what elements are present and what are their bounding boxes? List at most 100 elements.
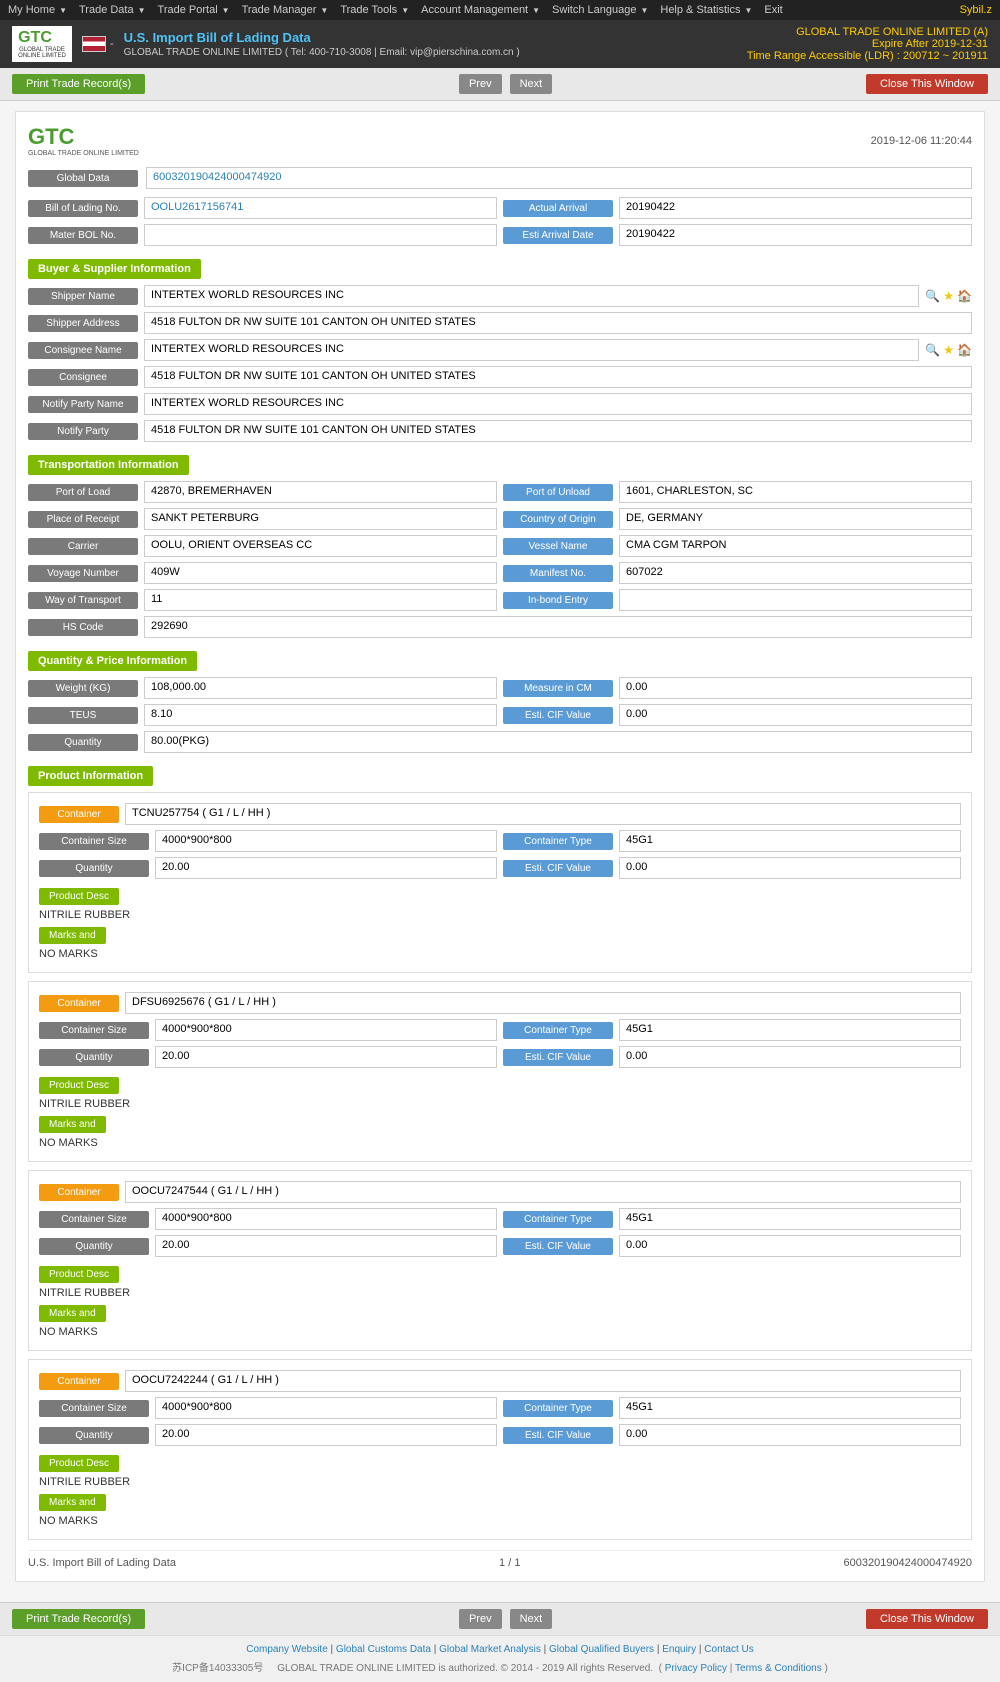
footer-privacy-link[interactable]: Privacy Policy [665,1663,727,1674]
country-of-origin-group: Country of Origin DE, GERMANY [503,508,972,530]
carrier-value: OOLU, ORIENT OVERSEAS CC [144,535,497,557]
master-bol-label: Mater BOL No. [28,227,138,244]
nav-tradetools[interactable]: Trade Tools ▼ [340,4,409,16]
container-3-marks-text: NO MARKS [39,1324,961,1340]
footer-link-contact[interactable]: Contact Us [704,1644,753,1655]
pagination-buttons: Prev Next [457,74,554,94]
container-2-row: Container DFSU6925676 ( G1 / L / HH ) [39,992,961,1014]
container-4-size-group: Container Size 4000*900*800 [39,1397,497,1419]
container-3-product-desc-btn[interactable]: Product Desc [39,1266,119,1283]
container-2-size-type-row: Container Size 4000*900*800 Container Ty… [39,1019,961,1041]
container-2-qty-group: Quantity 20.00 [39,1046,497,1068]
nav-tradetools-arrow: ▼ [401,6,409,15]
container-3-product-text: NITRILE RUBBER [39,1285,961,1301]
hs-code-row: HS Code 292690 [28,616,972,638]
footer-link-enquiry[interactable]: Enquiry [662,1644,696,1655]
footer-link-buyers[interactable]: Global Qualified Buyers [549,1644,654,1655]
consignee-search-icon[interactable]: 🔍 [925,343,940,357]
nav-switchlanguage[interactable]: Switch Language ▼ [552,4,648,16]
bol-no-value: OOLU2617156741 [144,197,497,219]
transport-header: Transportation Information [28,455,189,475]
container-4-cif-label: Esti. CIF Value [503,1427,613,1444]
nav-trademanager[interactable]: Trade Manager ▼ [242,4,329,16]
next-button[interactable]: Next [510,74,553,94]
footer-terms-link[interactable]: Terms & Conditions [735,1663,822,1674]
measure-cm-value: 0.00 [619,677,972,699]
way-of-transport-label: Way of Transport [28,592,138,609]
product-card-1: Container TCNU257754 ( G1 / L / HH ) Con… [28,792,972,973]
container-2-size-value: 4000*900*800 [155,1019,497,1041]
quantity-row: Quantity 80.00(PKG) [28,731,972,753]
measure-cm-label: Measure in CM [503,680,613,697]
nav-helpstatistics[interactable]: Help & Statistics ▼ [660,4,752,16]
place-of-receipt-label: Place of Receipt [28,511,138,528]
container-4-size-value: 4000*900*800 [155,1397,497,1419]
container-1-marks-text: NO MARKS [39,946,961,962]
esti-arrival-value: 20190422 [619,224,972,246]
consignee-star-icon[interactable]: ★ [943,343,954,357]
nav-accountmanagement-arrow: ▼ [532,6,540,15]
container-1-product-desc-btn[interactable]: Product Desc [39,888,119,905]
close-button[interactable]: Close This Window [866,74,988,94]
quantity-price-header: Quantity & Price Information [28,651,197,671]
container-4-marks-btn[interactable]: Marks and [39,1494,106,1511]
container-2-cif-group: Esti. CIF Value 0.00 [503,1046,961,1068]
container-1-row: Container TCNU257754 ( G1 / L / HH ) [39,803,961,825]
global-data-row: Global Data 600320190424000474920 [28,167,972,189]
container-4-product-desc-btn[interactable]: Product Desc [39,1455,119,1472]
shipper-home-icon[interactable]: 🏠 [957,289,972,303]
container-2-marks-btn[interactable]: Marks and [39,1116,106,1133]
bottom-close-button[interactable]: Close This Window [866,1609,988,1629]
shipper-star-icon[interactable]: ★ [943,289,954,303]
notify-party-value: 4518 FULTON DR NW SUITE 101 CANTON OH UN… [144,420,972,442]
shipper-search-icon[interactable]: 🔍 [925,289,940,303]
place-of-receipt-group: Place of Receipt SANKT PETERBURG [28,508,497,530]
container-2-size-label: Container Size [39,1022,149,1039]
container-2-product-desc-btn[interactable]: Product Desc [39,1077,119,1094]
container-1-marks-btn[interactable]: Marks and [39,927,106,944]
card-footer-id: 600320190424000474920 [844,1557,972,1569]
nav-exit[interactable]: Exit [764,4,782,16]
footer-link-company[interactable]: Company Website [246,1644,328,1655]
product-card-4: Container OOCU7242244 ( G1 / L / HH ) Co… [28,1359,972,1540]
port-of-load-group: Port of Load 42870, BREMERHAVEN [28,481,497,503]
vessel-name-value: CMA CGM TARPON [619,535,972,557]
nav-tradeportal[interactable]: Trade Portal ▼ [158,4,230,16]
footer-link-market[interactable]: Global Market Analysis [439,1644,541,1655]
nav-accountmanagement[interactable]: Account Management ▼ [421,4,540,16]
footer-link-customs[interactable]: Global Customs Data [336,1644,431,1655]
container-3-value: OOCU7247544 ( G1 / L / HH ) [125,1181,961,1203]
container-1-qty-group: Quantity 20.00 [39,857,497,879]
nav-myhome[interactable]: My Home ▼ [8,4,67,16]
bottom-prev-button[interactable]: Prev [459,1609,502,1629]
esti-cif-group: Esti. CIF Value 0.00 [503,704,972,726]
container-3-cif-value: 0.00 [619,1235,961,1257]
logo-sub: GLOBAL TRADEONLINE LIMITED [18,47,66,59]
quantity-value: 80.00(PKG) [144,731,972,753]
page-footer: Company Website | Global Customs Data | … [0,1635,1000,1682]
vessel-name-label: Vessel Name [503,538,613,555]
container-3-marks-btn[interactable]: Marks and [39,1305,106,1322]
prev-button[interactable]: Prev [459,74,502,94]
bottom-next-button[interactable]: Next [510,1609,553,1629]
notify-party-name-row: Notify Party Name INTERTEX WORLD RESOURC… [28,393,972,415]
print-button[interactable]: Print Trade Record(s) [12,74,145,94]
voyage-number-label: Voyage Number [28,565,138,582]
master-bol-group: Mater BOL No. [28,224,497,246]
logo-box: GTC GLOBAL TRADEONLINE LIMITED [12,26,72,62]
consignee-icons: 🔍 ★ 🏠 [925,343,972,357]
shipper-name-label: Shipper Name [28,288,138,305]
nav-myhome-arrow: ▼ [59,6,67,15]
nav-tradedata[interactable]: Trade Data ▼ [79,4,146,16]
container-4-size-label: Container Size [39,1400,149,1417]
container-4-type-label: Container Type [503,1400,613,1417]
logo-gtc: GTC [18,29,66,47]
buyer-supplier-header: Buyer & Supplier Information [28,259,201,279]
consignee-label: Consignee [28,369,138,386]
shipper-address-row: Shipper Address 4518 FULTON DR NW SUITE … [28,312,972,334]
bottom-print-button[interactable]: Print Trade Record(s) [12,1609,145,1629]
country-of-origin-label: Country of Origin [503,511,613,528]
way-of-transport-value: 11 [144,589,497,611]
consignee-home-icon[interactable]: 🏠 [957,343,972,357]
header-title-block: U.S. Import Bill of Lading Data GLOBAL T… [124,30,520,58]
